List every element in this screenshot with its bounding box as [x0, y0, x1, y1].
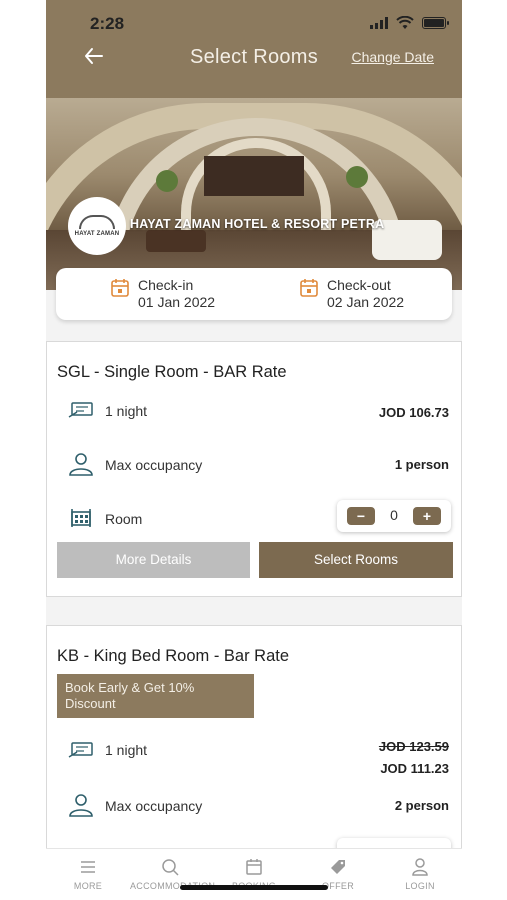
max-occupancy-value: 2 person [394, 798, 449, 813]
tab-more[interactable]: MORE [48, 857, 128, 891]
checkout-value: 02 Jan 2022 [327, 294, 405, 310]
room-card: SGL - Single Room - BAR Rate 1 night JOD… [46, 341, 462, 597]
user-icon [412, 858, 428, 876]
room-grid-icon [71, 509, 91, 527]
signal-icon [370, 17, 388, 29]
more-details-button[interactable]: More Details [57, 542, 250, 578]
calendar-icon [246, 859, 262, 875]
wifi-icon [396, 16, 414, 29]
increment-button[interactable]: + [413, 507, 441, 525]
tag-icon [331, 860, 345, 874]
tab-login[interactable]: LOGIN [380, 857, 460, 891]
room-title: KB - King Bed Room - Bar Rate [57, 647, 290, 665]
max-occupancy-label: Max occupancy [105, 798, 203, 814]
app-screen: 2:28 Select Rooms Change Date HAYAT ZAMA… [46, 0, 462, 900]
calendar-icon [300, 279, 318, 297]
calendar-icon [111, 279, 129, 297]
hotel-hero-image: HAYAT ZAMAN HAYAT ZAMAN HOTEL & RESORT P… [46, 98, 462, 290]
max-occupancy-value: 1 person [394, 457, 449, 472]
battery-icon [422, 17, 449, 29]
original-price: JOD 123.59 [378, 739, 449, 754]
room-title: SGL - Single Room - BAR Rate [57, 363, 287, 381]
room-price: JOD 111.23 [380, 761, 449, 776]
change-date-link[interactable]: Change Date [351, 49, 434, 65]
home-indicator [180, 885, 328, 890]
night-stay-icon [68, 402, 93, 418]
room-quantity-stepper: − 0 + [337, 500, 451, 532]
nights-label: 1 night [105, 742, 148, 758]
app-header: 2:28 Select Rooms Change Date [46, 0, 462, 98]
room-card: KB - King Bed Room - Bar Rate Book Early… [46, 625, 462, 870]
status-time: 2:28 [90, 14, 125, 33]
bottom-tab-bar: MORE ACCOMMODATION BOOKING OFFER [46, 848, 462, 900]
checkin-date[interactable]: Check-in 01 Jan 2022 [110, 277, 215, 311]
promo-badge: Book Early & Get 10% Discount [57, 674, 254, 718]
status-icons [370, 16, 449, 30]
checkout-date[interactable]: Check-out 02 Jan 2022 [299, 277, 404, 311]
room-label: Room [105, 511, 143, 527]
checkout-label: Check-out [327, 277, 391, 293]
menu-icon [81, 861, 95, 873]
date-summary-card[interactable]: Check-in 01 Jan 2022 Check-out 02 Jan 20… [56, 268, 452, 320]
person-icon [69, 794, 93, 817]
max-occupancy-label: Max occupancy [105, 457, 203, 473]
select-rooms-button[interactable]: Select Rooms [259, 542, 453, 578]
person-icon [69, 453, 93, 476]
hotel-name: HAYAT ZAMAN HOTEL & RESORT PETRA [130, 217, 385, 231]
nights-label: 1 night [105, 403, 148, 419]
search-icon [162, 859, 179, 876]
checkin-label: Check-in [138, 277, 194, 293]
hotel-logo: HAYAT ZAMAN [68, 197, 126, 255]
room-price: JOD 106.73 [378, 405, 449, 420]
checkin-value: 01 Jan 2022 [138, 294, 216, 310]
night-stay-icon [68, 742, 93, 758]
